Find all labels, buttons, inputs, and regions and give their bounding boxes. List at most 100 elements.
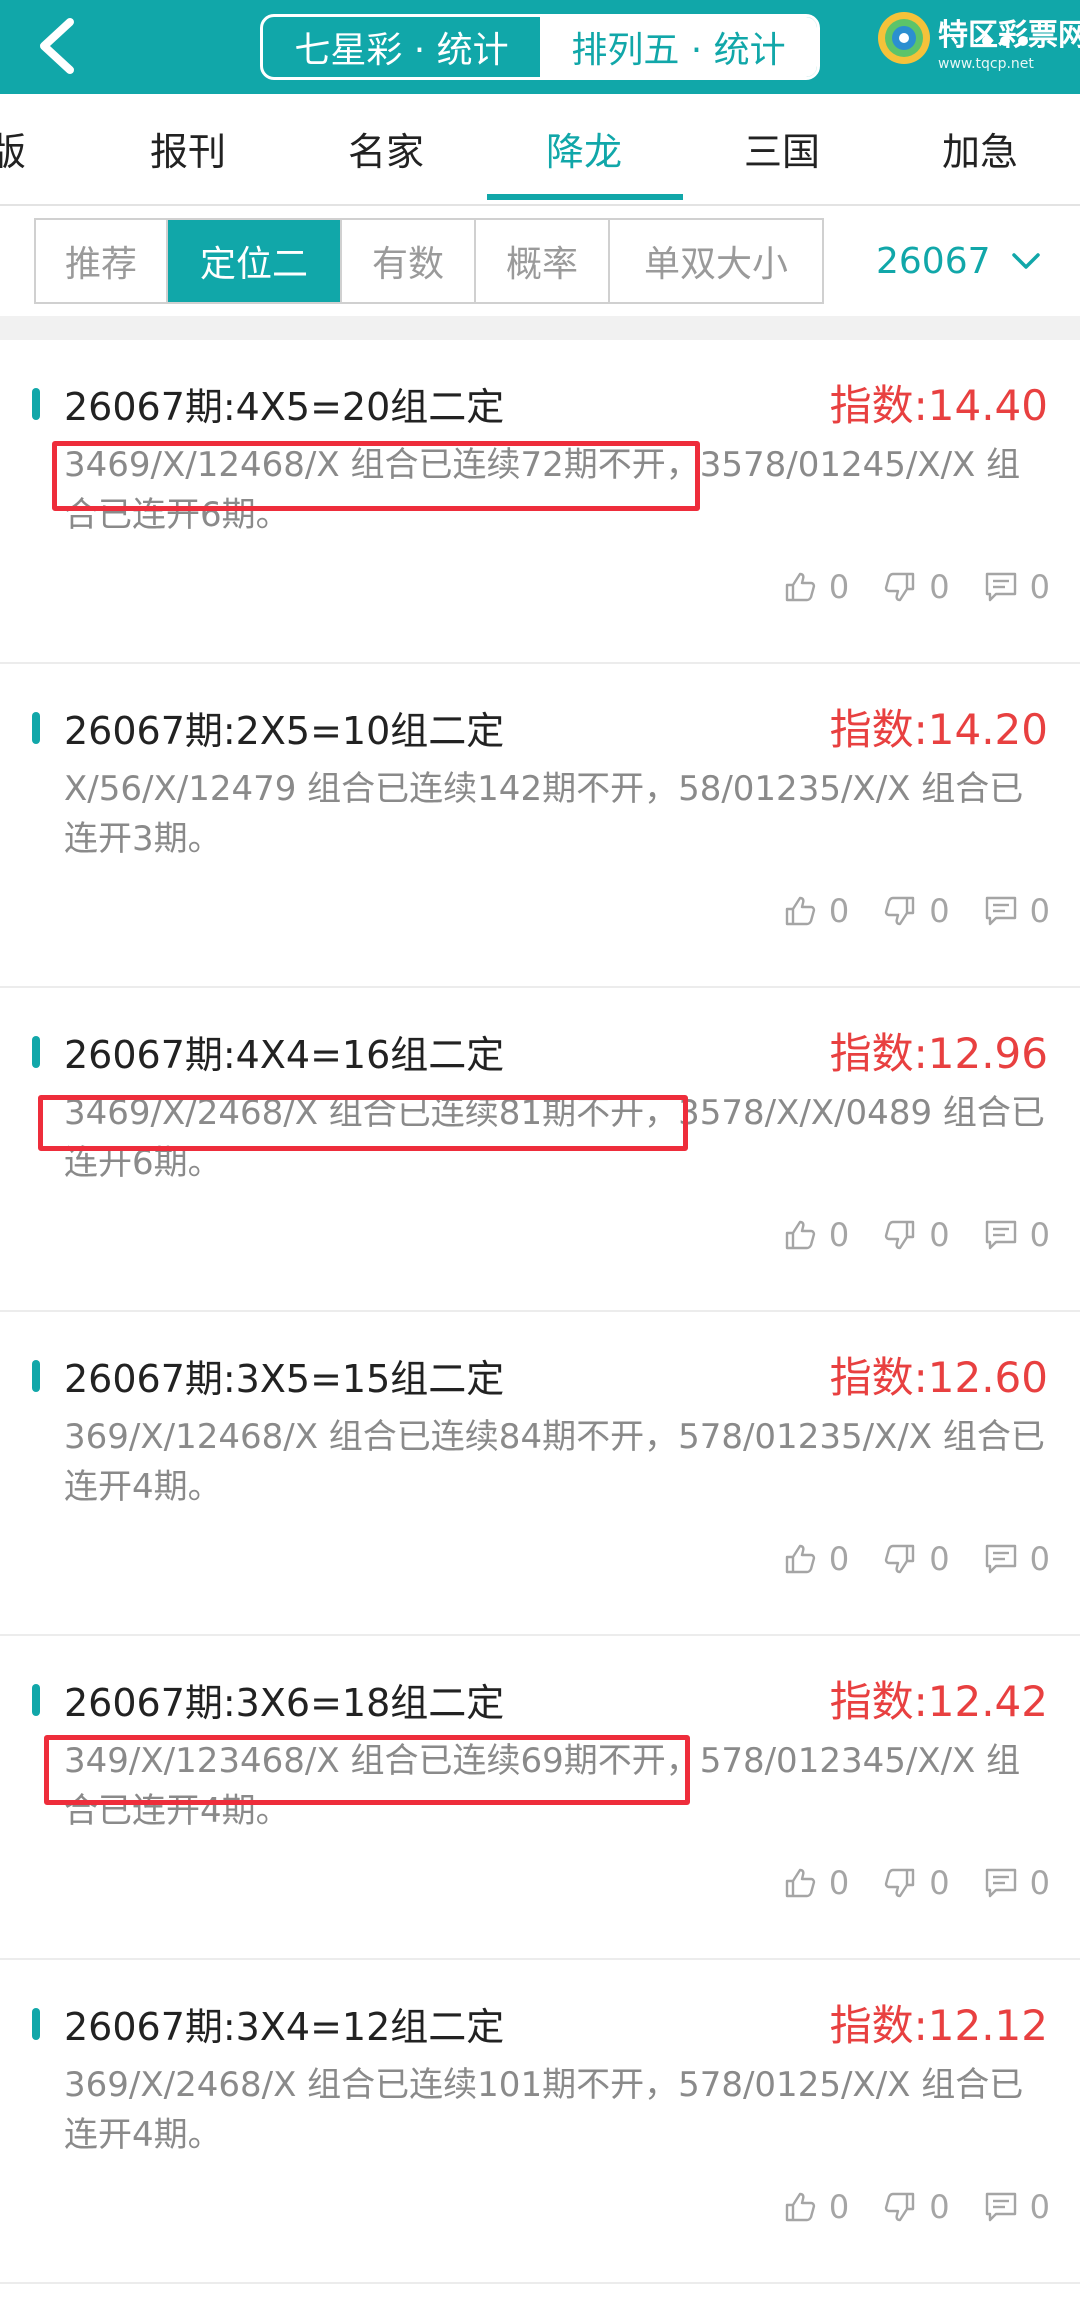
logo-url: www.tqcp.net xyxy=(938,56,1034,72)
like-button[interactable]: 0 xyxy=(783,1540,849,1578)
post-body: 349/X/123468/X 组合已连续69期不开，578/012345/X/X… xyxy=(64,1741,1021,1831)
post-item[interactable]: 26067期:3X5=15组二定 指数:12.60 369/X/12468/X 组合… xyxy=(0,1312,1080,1636)
like-button[interactable]: 0 xyxy=(783,568,849,606)
post-index-value: 指数:12.12 xyxy=(829,2001,1048,2050)
dislike-count: 0 xyxy=(929,2188,950,2226)
more-dots-icon[interactable] xyxy=(982,36,1028,46)
like-count: 0 xyxy=(828,1216,850,1254)
dislike-count: 0 xyxy=(929,892,950,930)
thumbs-down-icon xyxy=(885,1544,915,1574)
comment-count: 0 xyxy=(1029,892,1050,930)
post-accent-bar xyxy=(32,1684,40,1716)
subtab-tuijian[interactable]: 推荐 xyxy=(36,220,168,302)
tab-jianglong[interactable]: 降龙 xyxy=(546,94,622,202)
post-title: 26067期:2X5=10组二定 xyxy=(64,709,505,753)
site-logo: 特区彩票网 www.tqcp.net xyxy=(876,8,1080,88)
post-index-value: 指数:14.20 xyxy=(829,705,1048,754)
dislike-count: 0 xyxy=(929,1540,950,1578)
post-title: 26067期:4X4=16组二定 xyxy=(64,1033,505,1077)
comment-count: 0 xyxy=(1029,568,1050,606)
thumbs-up-icon xyxy=(785,1868,816,1898)
comment-icon xyxy=(985,896,1016,926)
tab-mingjia[interactable]: 名家 xyxy=(348,94,424,202)
subtab-youshu[interactable]: 有数 xyxy=(342,220,476,302)
active-tab-indicator xyxy=(487,194,683,200)
lottery-segment-switch: 七星彩 · 统计 排列五 · 统计 xyxy=(260,14,820,80)
segment-pailiewu[interactable]: 排列五 · 统计 xyxy=(540,17,817,77)
comment-button[interactable]: 0 xyxy=(984,2188,1050,2226)
comment-button[interactable]: 0 xyxy=(984,892,1050,930)
thumbs-down-icon xyxy=(885,1220,915,1250)
sub-tabs: 推荐 定位二 有数 概率 单双大小 xyxy=(34,218,824,304)
like-count: 0 xyxy=(828,892,850,930)
post-index-value: 指数:12.60 xyxy=(829,1353,1048,1402)
subtab-gailv[interactable]: 概率 xyxy=(476,220,610,302)
like-count: 0 xyxy=(828,2188,850,2226)
back-arrow-icon[interactable] xyxy=(28,14,92,78)
post-title: 26067期:3X4=12组二定 xyxy=(64,2005,505,2049)
top-bar: 七星彩 · 统计 排列五 · 统计 特区彩票网 www.tqcp.net xyxy=(0,0,1080,94)
post-index-value: 指数:12.42 xyxy=(829,1677,1048,1726)
post-title: 26067期:4X5=20组二定 xyxy=(64,385,505,429)
dislike-button[interactable]: 0 xyxy=(883,568,950,606)
comment-icon xyxy=(985,1544,1016,1574)
tab-ban[interactable]: 版 xyxy=(0,94,26,202)
segment-qixingcai[interactable]: 七星彩 · 统计 xyxy=(263,17,540,77)
post-title: 26067期:3X5=15组二定 xyxy=(64,1357,505,1401)
post-accent-bar xyxy=(32,2008,40,2040)
post-actions: 0 0 0 xyxy=(749,1216,1050,1254)
logo-text: 特区彩票网 xyxy=(938,18,1080,53)
post-item[interactable]: 26067期:3X6=18组二定 指数:12.42 349/X/123468/X 组… xyxy=(0,1636,1080,1960)
comment-icon xyxy=(985,1868,1016,1898)
post-item[interactable]: 26067期:3X4=12组二定 指数:12.12 369/X/2468/X 组合已… xyxy=(0,1960,1080,2284)
swirl-logo-icon xyxy=(878,12,930,64)
post-actions: 0 0 0 xyxy=(749,568,1050,606)
comment-button[interactable]: 0 xyxy=(984,1540,1050,1578)
section-divider xyxy=(0,316,1080,340)
post-title: 26067期:3X6=18组二定 xyxy=(64,1681,505,1725)
dislike-button[interactable]: 0 xyxy=(883,1864,950,1902)
tab-baokan[interactable]: 报刊 xyxy=(150,94,226,202)
period-value: 26067 xyxy=(876,240,991,282)
subtab-dingweier[interactable]: 定位二 xyxy=(168,220,342,302)
post-index-value: 指数:12.96 xyxy=(829,1029,1048,1078)
thumbs-up-icon xyxy=(785,1220,816,1250)
thumbs-down-icon xyxy=(885,572,915,602)
comment-count: 0 xyxy=(1029,1540,1050,1578)
tab-jiaji[interactable]: 加急 xyxy=(942,94,1018,202)
post-actions: 0 0 0 xyxy=(749,1540,1050,1578)
post-item[interactable]: 26067期:2X5=10组二定 指数:14.20 X/56/X/12479 组合已… xyxy=(0,664,1080,988)
post-body: 369/X/2468/X 组合已连续101期不开，578/0125/X/X 组合… xyxy=(64,2065,1024,2155)
thumbs-up-icon xyxy=(785,896,816,926)
post-body: X/56/X/12479 组合已连续142期不开，58/01235/X/X 组合… xyxy=(64,769,1024,859)
comment-button[interactable]: 0 xyxy=(984,1864,1050,1902)
dislike-count: 0 xyxy=(929,568,950,606)
chevron-down-icon xyxy=(1011,253,1040,269)
post-item[interactable]: 26067期:4X5=20组二定 指数:14.40 3469/X/12468/X 组… xyxy=(0,340,1080,664)
comment-count: 0 xyxy=(1029,1864,1050,1902)
post-actions: 0 0 0 xyxy=(749,892,1050,930)
dislike-button[interactable]: 0 xyxy=(883,2188,950,2226)
post-accent-bar xyxy=(32,388,40,420)
like-button[interactable]: 0 xyxy=(783,1864,849,1902)
dislike-button[interactable]: 0 xyxy=(883,1540,950,1578)
like-button[interactable]: 0 xyxy=(783,892,849,930)
category-tabs: 版 报刊 名家 降龙 三国 加急 xyxy=(0,94,1080,206)
tab-sanguo[interactable]: 三国 xyxy=(744,94,820,202)
post-item[interactable]: 26067期:4X4=16组二定 指数:12.96 3469/X/2468/X 组合… xyxy=(0,988,1080,1312)
thumbs-up-icon xyxy=(785,1544,816,1574)
thumbs-up-icon xyxy=(785,572,816,602)
thumbs-down-icon xyxy=(885,1868,915,1898)
like-button[interactable]: 0 xyxy=(783,1216,849,1254)
post-body: 3469/X/12468/X 组合已连续72期不开，3578/01245/X/X… xyxy=(64,445,1021,535)
comment-icon xyxy=(985,572,1016,602)
comment-icon xyxy=(985,1220,1016,1250)
subtab-danshuangdaxiao[interactable]: 单双大小 xyxy=(610,220,822,302)
period-selector[interactable]: 26067 xyxy=(876,218,1041,304)
comment-button[interactable]: 0 xyxy=(984,568,1050,606)
comment-count: 0 xyxy=(1029,2188,1050,2226)
dislike-button[interactable]: 0 xyxy=(883,892,950,930)
dislike-button[interactable]: 0 xyxy=(883,1216,950,1254)
comment-button[interactable]: 0 xyxy=(984,1216,1050,1254)
like-button[interactable]: 0 xyxy=(783,2188,849,2226)
